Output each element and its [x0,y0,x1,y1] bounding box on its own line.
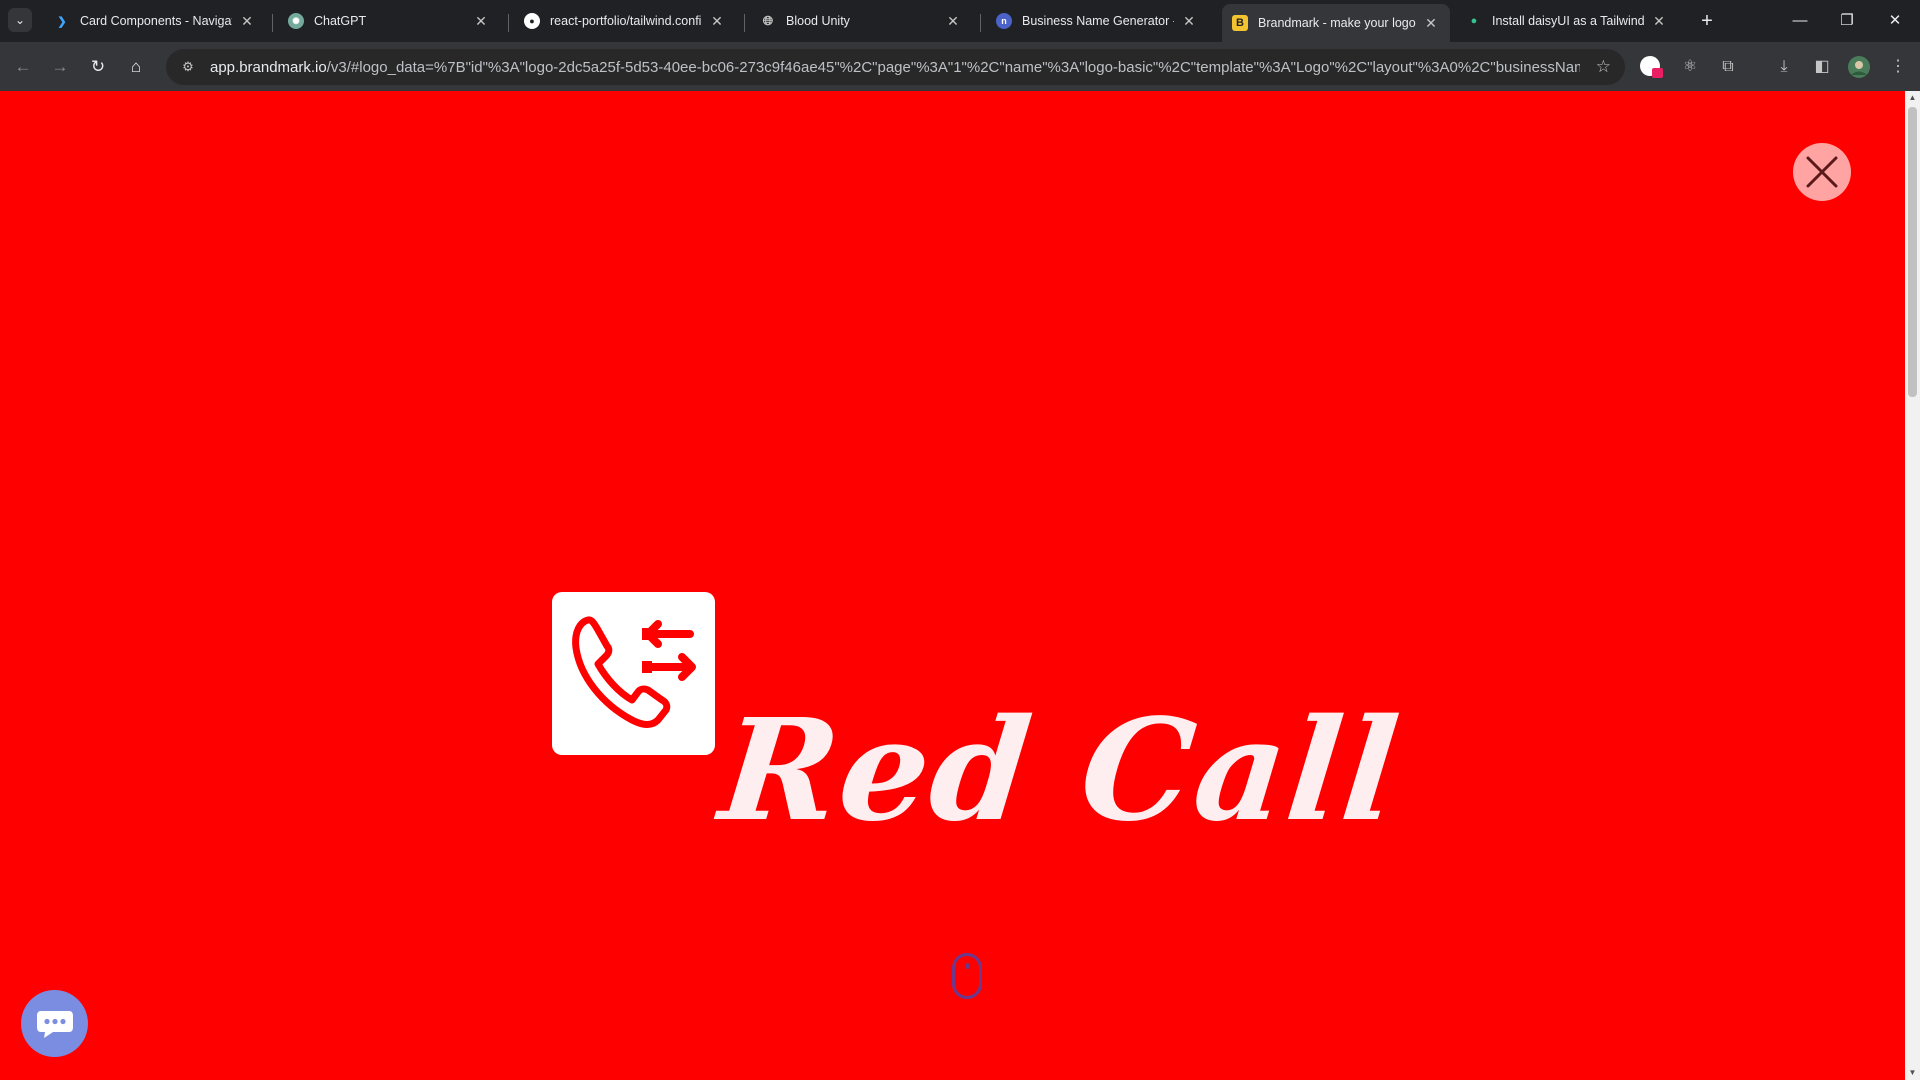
avatar[interactable] [1845,53,1873,81]
bookmark-star-icon[interactable]: ☆ [1596,57,1611,77]
download-icon[interactable]: ⤓ [1770,53,1798,81]
close-preview-button[interactable] [1793,143,1851,201]
globe-icon: 🌐︎ [762,13,774,28]
react-devtools-icon[interactable]: ⚛ [1676,53,1704,81]
tab-brandmark[interactable]: B Brandmark - make your logo in ✕ [1222,4,1450,42]
window-close-icon[interactable]: ✕ [1872,6,1918,36]
tab-card-components[interactable]: ❯ Card Components - Navigate UI ✕ [44,6,266,36]
tab-separator [744,14,745,32]
tab-github-tailwind-config[interactable]: ● react-portfolio/tailwind.config.js ✕ [514,6,736,36]
navigate-ui-icon: ❯ [57,15,67,28]
address-bar[interactable]: ⚙ app.brandmark.io/v3/#logo_data=%7B"id"… [166,49,1625,85]
tab-close-icon[interactable]: ✕ [944,13,962,30]
extensions-puzzle-icon[interactable]: ⧉ [1714,53,1742,81]
tab-daisyui[interactable]: ● Install daisyUI as a Tailwind CSS ✕ [1456,6,1678,36]
github-icon: ● [524,13,540,29]
tab-chatgpt[interactable]: ✺ ChatGPT ✕ [278,6,500,36]
logo-mark [552,592,715,755]
namelix-icon: n [996,13,1012,29]
brandmark-icon: B [1232,15,1248,31]
chatgpt-icon: ✺ [288,13,304,29]
tab-business-name-generator[interactable]: n Business Name Generator - Powered ✕ [986,6,1208,36]
reload-icon[interactable]: ↻ [83,52,113,82]
new-tab-button[interactable]: + [1694,8,1720,34]
extension-profile-icon[interactable] [1638,53,1666,81]
close-icon [1806,156,1838,188]
minimize-icon[interactable]: — [1777,6,1823,36]
daisyui-icon: ● [1470,15,1478,27]
restore-icon[interactable]: ❐ [1824,6,1870,36]
tab-close-icon[interactable]: ✕ [472,13,490,30]
tab-close-icon[interactable]: ✕ [1422,15,1440,32]
page-viewport: Red Call ▲ ▼ [0,91,1920,1080]
browser-chrome: ⌄ ❯ Card Components - Navigate UI ✕ ✺ Ch… [0,0,1920,91]
scroll-mouse-icon [952,953,982,999]
chat-icon [36,1010,73,1038]
forward-arrow-icon[interactable]: → [45,52,75,82]
side-panel-icon[interactable]: ◧ [1808,53,1836,81]
tab-blood-unity[interactable]: 🌐︎ Blood Unity ✕ [750,6,972,36]
tab-search-button[interactable]: ⌄ [8,8,32,32]
browser-toolbar: ← → ↻ ⌂ ⚙ app.brandmark.io/v3/#logo_data… [0,42,1920,91]
mouse-wheel [966,963,969,969]
scroll-thumb[interactable] [1908,107,1917,397]
url-text[interactable]: app.brandmark.io/v3/#logo_data=%7B"id"%3… [210,59,1580,76]
back-arrow-icon[interactable]: ← [8,52,38,82]
scroll-down-arrow-icon[interactable]: ▼ [1905,1066,1920,1080]
tab-separator [508,14,509,32]
tab-strip: ⌄ ❯ Card Components - Navigate UI ✕ ✺ Ch… [0,0,1920,42]
tab-close-icon[interactable]: ✕ [1650,13,1668,30]
phone-transfer-icon [572,616,696,728]
tab-separator [980,14,981,32]
page-scrollbar[interactable]: ▲ ▼ [1905,91,1920,1080]
tab-close-icon[interactable]: ✕ [708,13,726,30]
scroll-up-arrow-icon[interactable]: ▲ [1905,91,1920,105]
tab-close-icon[interactable]: ✕ [1180,13,1198,30]
chat-support-button[interactable] [21,990,88,1057]
site-settings-icon[interactable]: ⚙ [178,57,198,77]
logo-text: Red Call [713,689,1408,853]
home-icon[interactable]: ⌂ [121,52,151,82]
tab-separator [272,14,273,32]
browser-menu-icon[interactable]: ⋮ [1884,53,1912,81]
tab-close-icon[interactable]: ✕ [238,13,256,30]
